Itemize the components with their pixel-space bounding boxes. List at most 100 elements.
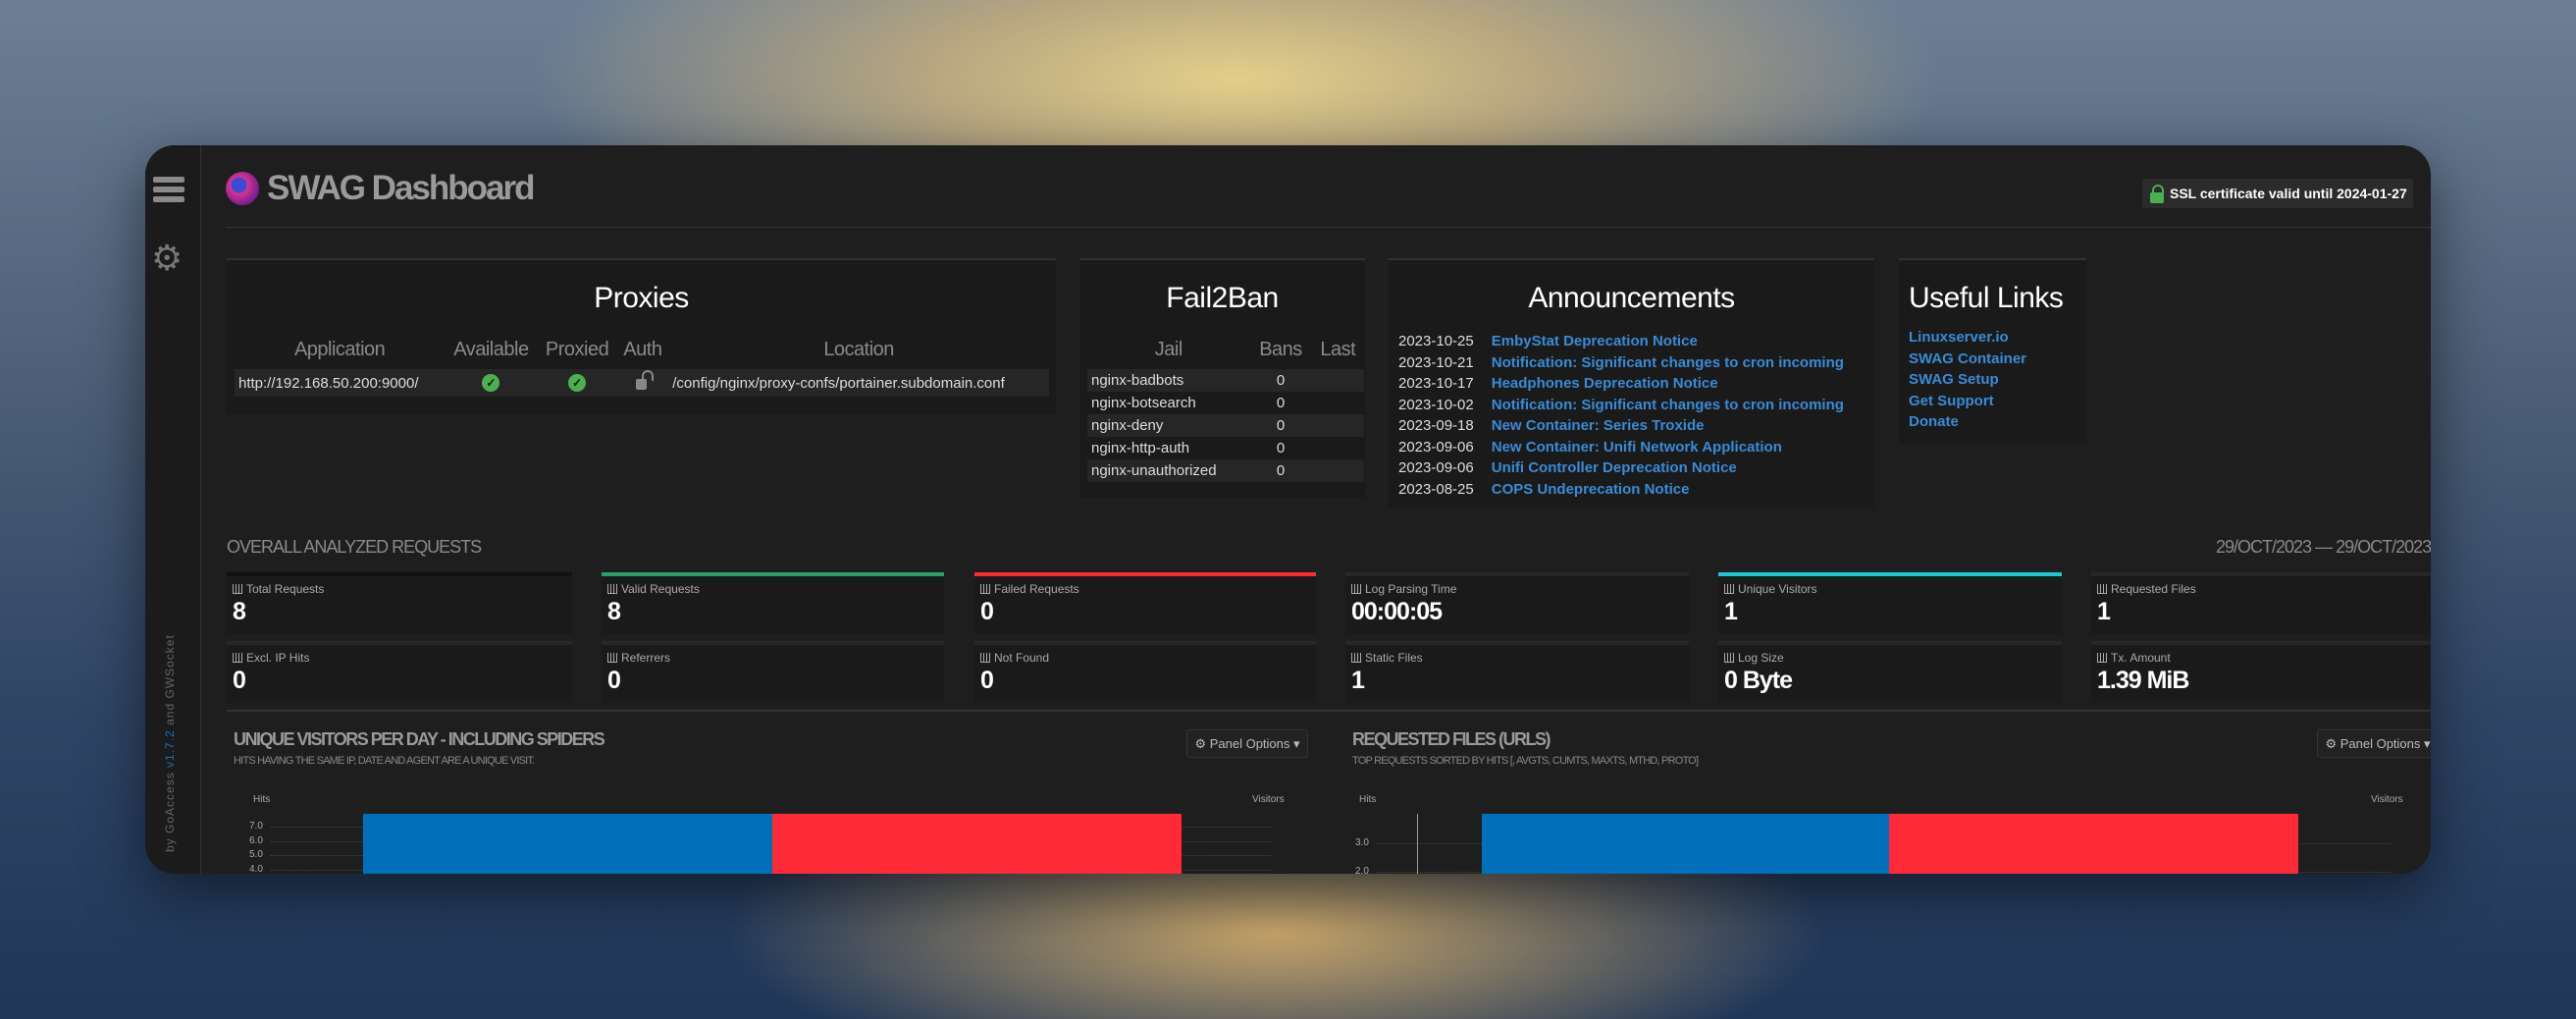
stat-label: Log Parsing Time — [1365, 582, 1457, 596]
panel-title: REQUESTED FILES (URLS) — [1352, 729, 1551, 749]
announcement-link[interactable]: Notification: Significant changes to cro… — [1492, 397, 1844, 418]
bar-chart-icon — [233, 653, 242, 663]
stat-label: Log Size — [1738, 651, 1784, 665]
announcement-date: 2023-10-25 — [1398, 333, 1474, 349]
credit-gwsocket[interactable]: and GWSocket — [163, 634, 177, 725]
bans: 0 — [1249, 369, 1312, 392]
announcement-link[interactable]: EmbyStat Deprecation Notice — [1492, 333, 1698, 354]
visitors-bar[interactable] — [772, 814, 1182, 874]
bar-chart-icon — [1351, 653, 1361, 663]
column-header: Auth — [623, 339, 662, 360]
useful-link[interactable]: Donate — [1909, 413, 2086, 435]
gear-icon: ⚙ — [2325, 735, 2340, 751]
announcement-link[interactable]: New Container: Unifi Network Application — [1492, 439, 1782, 460]
panel-title: UNIQUE VISITORS PER DAY - INCLUDING SPID… — [234, 729, 605, 749]
stat-value: 8 — [233, 598, 246, 625]
fail2ban-panel: Fail2Ban Jail Bans Last nginx-badbots 0 ng… — [1079, 258, 1365, 498]
fail2ban-title: Fail2Ban — [1166, 282, 1279, 314]
list-item: 2023-08-25 COPS Undeprecation Notice — [1398, 481, 1874, 503]
stat-value: 0 — [980, 598, 994, 625]
y-tick-label: 7.0 — [249, 821, 263, 831]
bans: 0 — [1249, 414, 1312, 437]
stat-value: 8 — [607, 598, 621, 625]
stat-card: Log Size 0 Byte — [1718, 641, 2062, 703]
visitors-bar[interactable] — [1889, 814, 2298, 874]
bar-chart-icon — [1724, 584, 1734, 594]
bar-chart-icon — [1724, 653, 1734, 663]
panel-subtitle: HITS HAVING THE SAME IP, DATE AND AGENT … — [234, 755, 535, 767]
y-tick-label: 2.0 — [1355, 866, 1369, 874]
y-axis-left-label: Hits — [1359, 794, 1377, 805]
unlock-icon — [635, 370, 654, 390]
application-url[interactable]: http://192.168.50.200:9000/ — [235, 369, 446, 397]
hits-bar[interactable] — [1482, 814, 1889, 874]
panel-options-button[interactable]: ⚙ Panel Options ▾ — [1186, 729, 1308, 758]
column-header: Available — [453, 339, 529, 360]
column-header: Proxied — [545, 339, 609, 360]
check-icon: ✓ — [482, 374, 500, 392]
credit-by[interactable]: by GoAccess — [163, 772, 177, 852]
stat-label: Referrers — [621, 651, 671, 665]
table-row: nginx-unauthorized 0 — [1087, 459, 1364, 482]
table-row: nginx-http-auth 0 — [1087, 437, 1364, 459]
list-item: 2023-10-17 Headphones Deprecation Notice — [1398, 375, 1874, 397]
menu-icon[interactable] — [153, 177, 184, 206]
stat-card: Log Parsing Time 00:00:05 — [1345, 572, 1689, 634]
announcement-link[interactable]: Unifi Controller Deprecation Notice — [1492, 459, 1737, 481]
column-header: Location — [823, 339, 894, 360]
stat-card: Referrers 0 — [602, 641, 944, 703]
last — [1311, 459, 1364, 482]
announcement-link[interactable]: Headphones Deprecation Notice — [1492, 375, 1718, 397]
y-tick-label: 4.0 — [249, 863, 263, 875]
stat-card: Excl. IP Hits 0 — [227, 641, 572, 703]
bar-chart-icon — [607, 584, 617, 594]
hits-bar[interactable] — [363, 814, 772, 874]
jail: nginx-deny — [1087, 414, 1250, 437]
announcement-date: 2023-10-21 — [1398, 353, 1474, 371]
list-item: 2023-09-06 Unifi Controller Deprecation N… — [1398, 459, 1874, 481]
useful-links-list: Linuxserver.io SWAG Container SWAG Setup Ge… — [1909, 329, 2086, 435]
stat-card: Not Found 0 — [974, 641, 1316, 703]
stat-label: Failed Requests — [994, 582, 1079, 596]
announcement-date: 2023-08-25 — [1398, 480, 1474, 498]
table-row: http://192.168.50.200:9000/ ✓ ✓ /config/… — [235, 369, 1049, 397]
column-header: Jail — [1154, 339, 1183, 360]
stat-value: 0 — [607, 667, 621, 694]
useful-links-panel: Useful Links Linuxserver.io SWAG Containe… — [1899, 258, 2086, 444]
useful-link[interactable]: SWAG Container — [1909, 350, 2086, 372]
y-axis-left-label: Hits — [253, 794, 271, 805]
stat-value: 00:00:05 — [1351, 598, 1443, 625]
useful-link[interactable]: Linuxserver.io — [1909, 329, 2086, 350]
title-text: SWAG Dashboard — [267, 169, 535, 207]
announcement-link[interactable]: New Container: Series Troxide — [1492, 417, 1705, 439]
proxies-panel: Proxies Application Available Proxied Auth L… — [227, 258, 1056, 414]
last — [1312, 392, 1365, 414]
stat-label: Total Requests — [246, 582, 325, 596]
last — [1311, 414, 1364, 437]
stat-value: 1 — [1724, 598, 1738, 625]
dashboard-window: ⚙ by GoAccess v1.7.2 and GWSocket SWAG D… — [145, 145, 2431, 874]
column-header: Last — [1320, 339, 1356, 360]
announcement-link[interactable]: COPS Undeprecation Notice — [1492, 481, 1690, 503]
table-row: nginx-botsearch 0 — [1087, 392, 1364, 414]
list-item: 2023-09-06 New Container: Unifi Network A… — [1398, 439, 1874, 460]
stat-value: 1 — [2097, 598, 2111, 625]
panel-subtitle: TOP REQUESTS SORTED BY HITS [, AVGTS, CU… — [1352, 755, 1699, 767]
bar-chart-icon — [980, 653, 990, 663]
proxies-table: Application Available Proxied Auth Location … — [235, 331, 1049, 397]
useful-links-title: Useful Links — [1909, 282, 2064, 314]
panel-options-button[interactable]: ⚙ Panel Options ▾ — [2317, 729, 2431, 758]
announcement-link[interactable]: Notification: Significant changes to cro… — [1492, 354, 1844, 376]
y-tick-label: 3.0 — [1355, 837, 1369, 848]
announcements-list: 2023-10-25 EmbyStat Deprecation Notice 202… — [1398, 333, 1874, 502]
panel-options-label: Panel Options — [1209, 736, 1290, 751]
header-divider — [226, 227, 2431, 228]
jail: nginx-unauthorized — [1087, 459, 1250, 482]
gear-icon[interactable]: ⚙ — [151, 241, 183, 276]
panel-options-label: Panel Options — [2339, 736, 2421, 751]
bar-chart-icon — [233, 584, 242, 594]
useful-link[interactable]: SWAG Setup — [1909, 371, 2086, 393]
y-tick-label: 6.0 — [249, 834, 263, 846]
useful-link[interactable]: Get Support — [1909, 393, 2086, 414]
credit-version[interactable]: v1.7.2 — [163, 729, 177, 768]
